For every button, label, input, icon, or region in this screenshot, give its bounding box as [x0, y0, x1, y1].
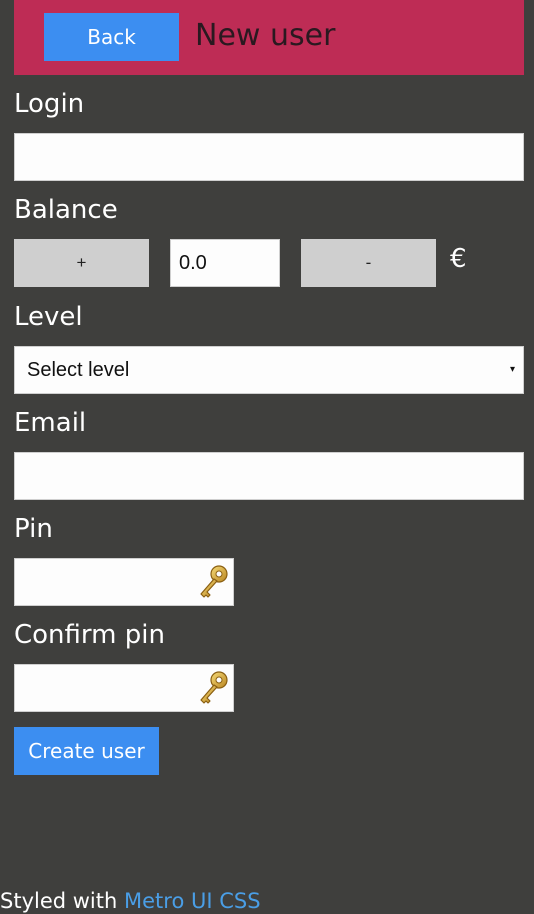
footer: Styled with Metro UI CSS — [0, 886, 261, 914]
key-icon — [200, 671, 228, 704]
email-label: Email — [14, 408, 87, 438]
level-label: Level — [14, 302, 83, 332]
confirm-pin-label: Confirm pin — [14, 620, 165, 650]
level-select-value: Select level — [27, 359, 130, 381]
key-icon — [200, 565, 228, 598]
chevron-down-icon: ▾ — [509, 364, 515, 375]
level-select[interactable]: Select level ▾ — [14, 346, 524, 394]
balance-increment-button[interactable]: + — [14, 239, 149, 287]
header-bar: Back New user — [14, 0, 524, 75]
create-user-button[interactable]: Create user — [14, 727, 159, 775]
email-input[interactable] — [14, 452, 524, 500]
login-label: Login — [14, 89, 85, 119]
new-user-page: Back New user Login Balance + - € Level … — [0, 0, 534, 914]
balance-input[interactable] — [170, 239, 280, 287]
page-title: New user — [195, 18, 336, 53]
balance-label: Balance — [14, 195, 118, 225]
login-input[interactable] — [14, 133, 524, 181]
back-button[interactable]: Back — [44, 13, 179, 61]
currency-symbol: € — [450, 244, 467, 274]
confirm-pin-input[interactable] — [14, 664, 234, 712]
pin-input[interactable] — [14, 558, 234, 606]
footer-prefix: Styled with — [0, 889, 118, 913]
pin-label: Pin — [14, 514, 53, 544]
metro-ui-css-link[interactable]: Metro UI CSS — [124, 889, 261, 913]
balance-decrement-button[interactable]: - — [301, 239, 436, 287]
